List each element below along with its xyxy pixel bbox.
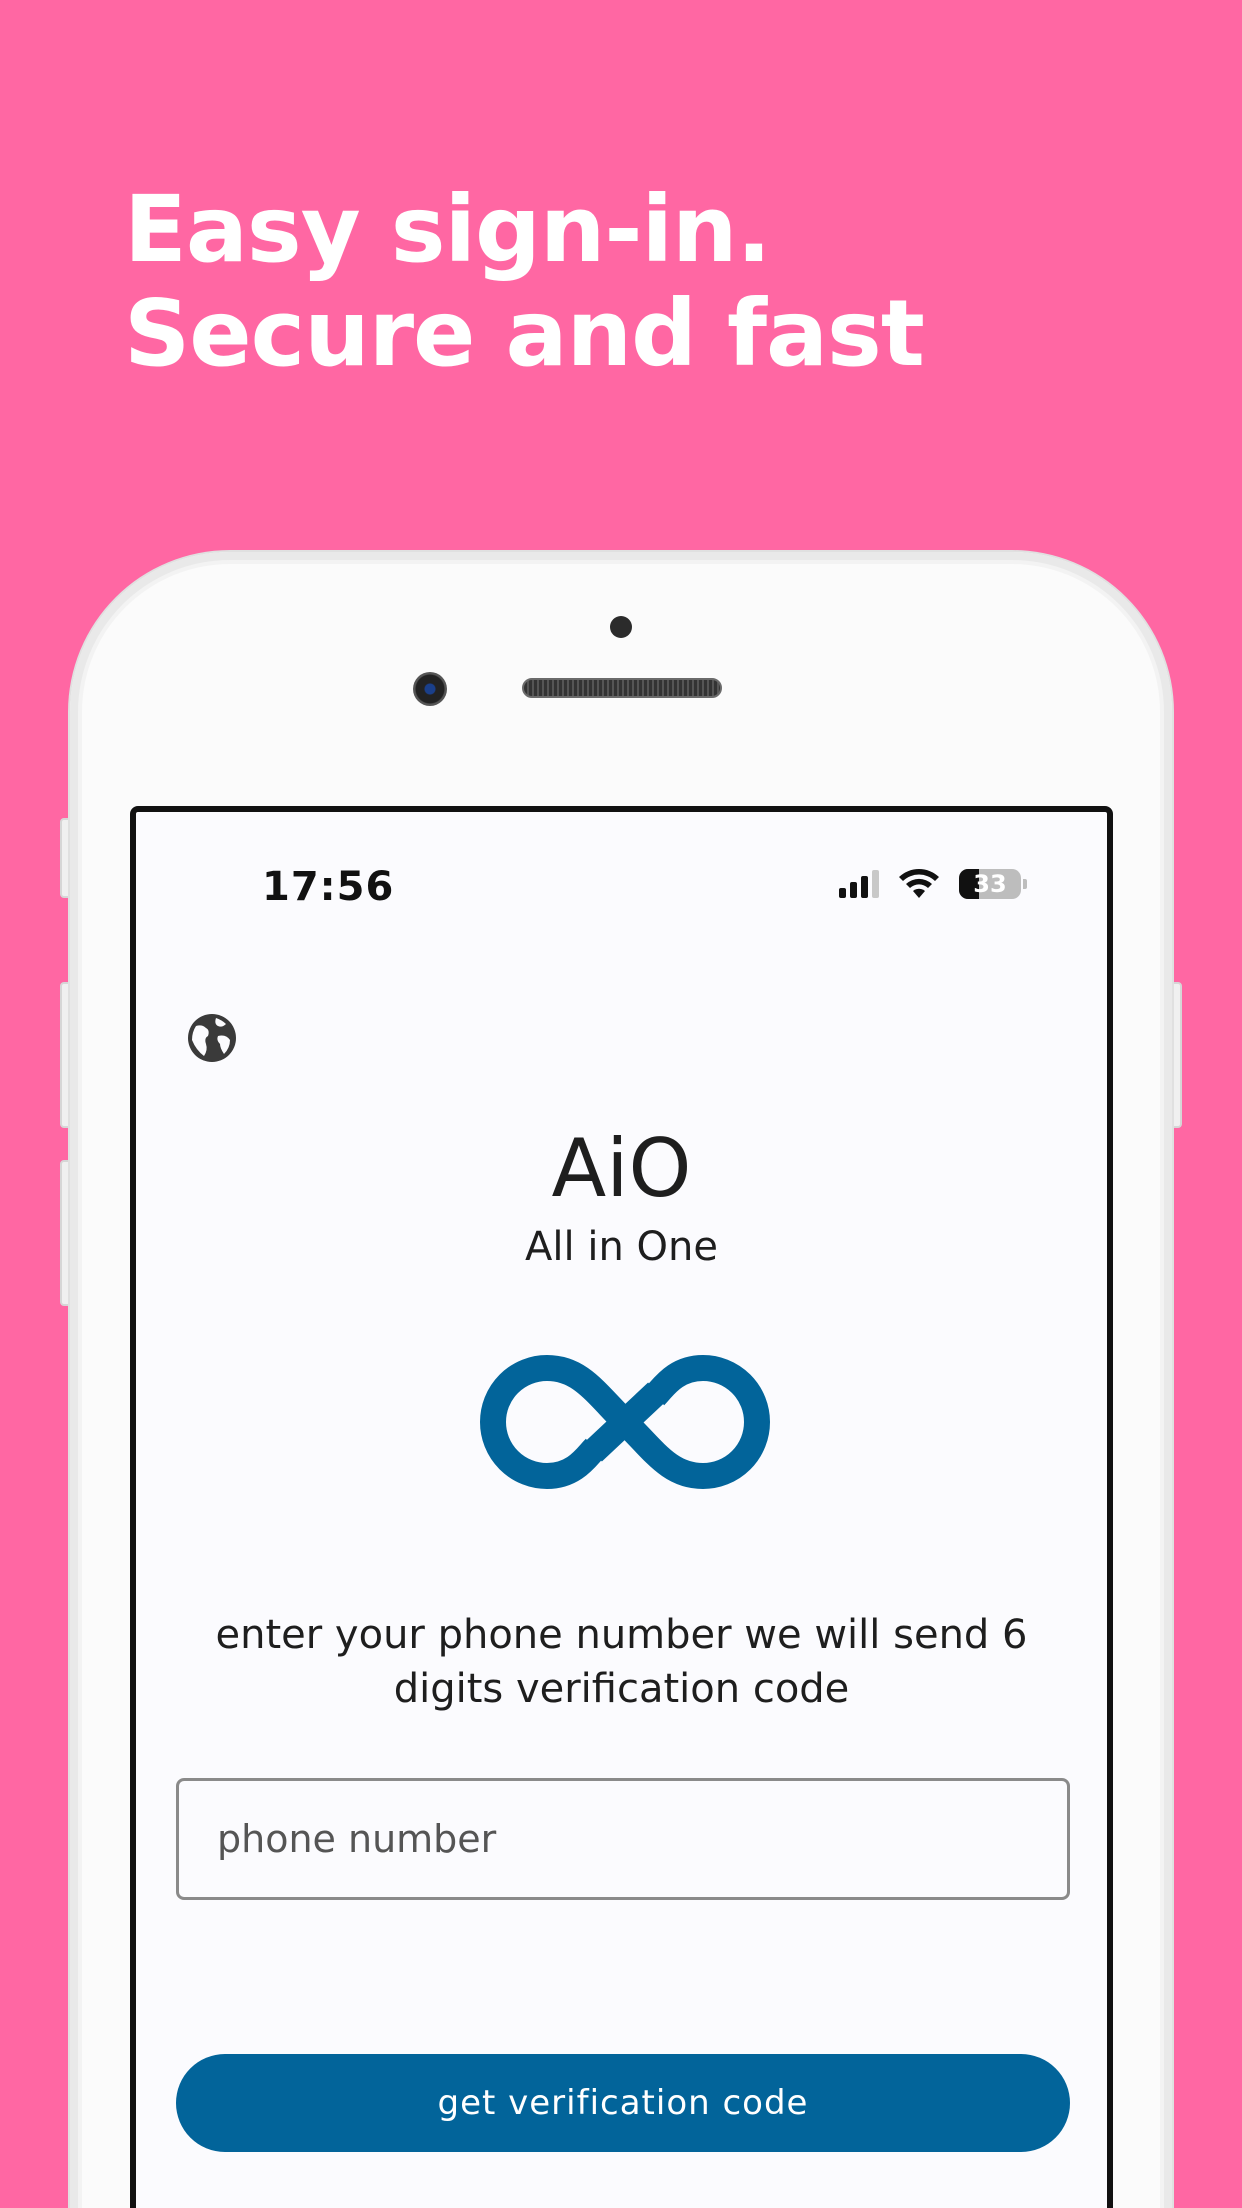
earpiece-speaker [522, 678, 722, 698]
phone-number-input[interactable] [176, 1778, 1070, 1900]
battery-icon: 33 [959, 869, 1021, 899]
wifi-icon [899, 869, 939, 898]
app-subtitle: All in One [525, 1224, 718, 1270]
front-camera [413, 672, 447, 706]
phone-screen: 17:56 33 AiO All in One enter your phone… [130, 806, 1113, 2208]
app-title: AiO [551, 1122, 692, 1215]
proximity-sensor [610, 616, 632, 638]
status-time: 17:56 [262, 864, 395, 910]
cellular-signal-icon [839, 870, 879, 898]
infinity-logo-icon [480, 1354, 770, 1490]
status-icons: 33 [839, 864, 1027, 904]
get-verification-code-button[interactable]: get verification code [176, 2054, 1070, 2152]
instructions-text: enter your phone number we will send 6 d… [215, 1612, 1028, 1712]
globe-icon[interactable] [186, 1012, 238, 1064]
battery-percentage: 33 [973, 870, 1007, 898]
promo-headline: Easy sign-in. Secure and fast [124, 176, 925, 387]
